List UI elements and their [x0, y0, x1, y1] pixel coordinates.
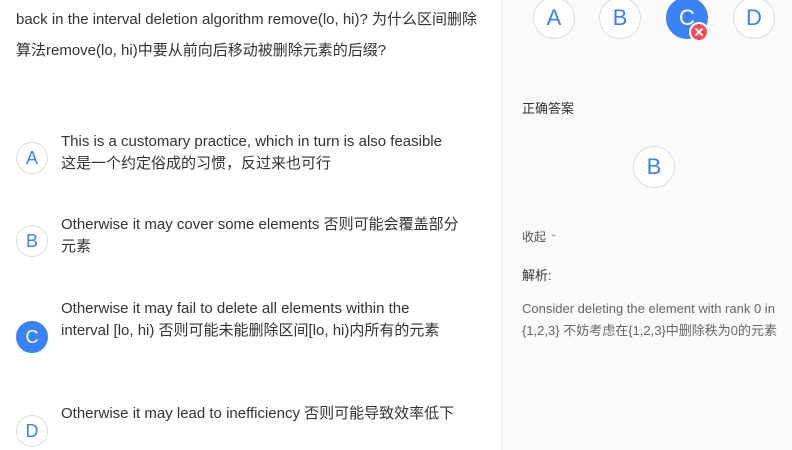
option-c-circle[interactable]: C	[16, 321, 48, 353]
question-pane: back in the interval deletion algorithm …	[0, 0, 500, 450]
option-d-circle[interactable]: D	[16, 415, 48, 447]
option-d-text[interactable]: Otherwise it may lead to inefficiency 否则…	[61, 403, 461, 425]
answer-choice-c[interactable]: C	[666, 0, 709, 42]
correct-answer-badge: B	[633, 146, 675, 188]
quiz-page: back in the interval deletion algorithm …	[0, 0, 792, 450]
collapse-toggle[interactable]: 收起 ⌃	[522, 228, 558, 245]
answer-choice-b[interactable]: B	[599, 0, 641, 39]
explanation-text: Consider deleting the element with rank …	[522, 301, 778, 338]
chevron-up-icon: ⌃	[550, 233, 558, 243]
question-text: back in the interval deletion algorithm …	[16, 11, 478, 59]
answer-choice-a[interactable]: A	[533, 0, 575, 39]
correct-answer-label: 正确答案	[522, 101, 575, 116]
collapse-label: 收起	[522, 230, 547, 244]
answer-panel: A B C D 正确答案 B 收起 ⌃ 解析: Consider deleting…	[502, 0, 792, 450]
option-a-circle[interactable]: A	[16, 142, 48, 174]
explanation-label: 解析:	[522, 268, 552, 283]
answer-choice-d[interactable]: D	[733, 0, 775, 39]
option-b-text[interactable]: Otherwise it may cover some elements 否则可…	[61, 214, 461, 258]
option-b-circle[interactable]: B	[16, 225, 48, 257]
option-a-text[interactable]: This is a customary practice, which in t…	[61, 131, 461, 175]
close-icon	[689, 22, 709, 42]
option-c-text[interactable]: Otherwise it may fail to delete all elem…	[61, 298, 461, 342]
